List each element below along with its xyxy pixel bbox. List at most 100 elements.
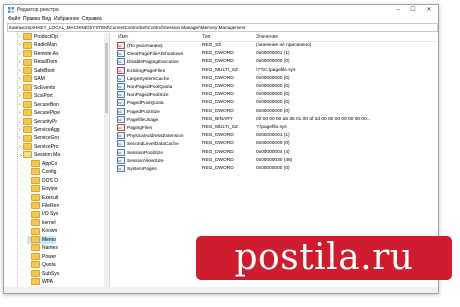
value-data: (значение не присвоено) <box>256 43 312 48</box>
value-data: \??\C:\pagefile.sys <box>256 67 296 73</box>
value-type: REG_BINARY <box>202 116 233 122</box>
tree-item[interactable]: › SecurePipe <box>19 109 60 117</box>
menu-view[interactable]: Вид <box>42 16 51 22</box>
table-row[interactable]: PagingFiles REG_MULTI_SZ ?:\pagefile.sys <box>114 124 436 132</box>
tree-item[interactable]: Known <box>27 227 57 235</box>
table-row[interactable]: DisablePagingExecutive REG_DWORD 0x0000000… <box>114 58 436 66</box>
folder-icon <box>23 92 32 100</box>
value-data: ?:\pagefile.sys <box>256 125 287 130</box>
tree-item[interactable]: SubSys <box>27 269 59 278</box>
minimize-button[interactable]: – <box>392 6 404 14</box>
table-row[interactable]: NonPagedPoolSize REG_DWORD 0x00000000 (0) <box>114 91 436 99</box>
binary-value-icon <box>117 99 125 107</box>
tree-item-label: Power <box>42 253 57 260</box>
tree-item[interactable]: WPA <box>27 278 53 286</box>
address-bar[interactable]: Компьютер\HKEY_LOCAL_MACHINE\SYSTEM\Curr… <box>7 23 438 32</box>
value-name: SessionViewSize <box>127 158 164 164</box>
folder-icon <box>23 100 32 108</box>
column-header-value[interactable]: Значение <box>256 34 278 40</box>
tree-item[interactable]: FileRen <box>27 202 59 210</box>
binary-value-icon <box>117 58 125 66</box>
menu-edit[interactable]: Правка <box>23 16 40 22</box>
column-header-type[interactable]: Тип <box>202 34 210 40</box>
tree-item[interactable]: › Remote As <box>19 50 58 58</box>
value-name: PagedPoolQuota <box>127 101 164 107</box>
value-type: REG_DWORD <box>202 108 234 114</box>
tree-item[interactable]: Names <box>27 244 58 252</box>
table-row[interactable]: SessionPoolSize REG_DWORD 0x00000004 (4) <box>114 148 436 157</box>
tree-item[interactable]: › ScEvents <box>19 83 55 92</box>
tree-item-label: SafeBoot <box>34 67 55 74</box>
table-row[interactable]: ClearPageFileAtShutdown REG_DWORD 0x000000… <box>114 50 436 58</box>
table-row[interactable]: PagedPoolSize REG_DWORD 0x00000000 (0) <box>114 107 436 116</box>
table-row[interactable]: (По умолчанию) REG_SZ (значение не присвое… <box>114 42 436 50</box>
tree-item[interactable]: ⌄ Session Ma <box>19 151 60 159</box>
value-type: REG_DWORD <box>202 149 234 155</box>
value-data: 0x00000004 (4) <box>256 149 290 155</box>
binary-value-icon <box>117 107 125 116</box>
tree-item-label: RetailDem <box>34 59 58 66</box>
tree-item[interactable]: › RadioMan <box>19 41 57 49</box>
tree-item[interactable]: › ScsiPort <box>19 92 53 100</box>
binary-value-icon <box>117 50 125 58</box>
tree-item[interactable]: › ProductOp <box>19 33 58 41</box>
menu-file[interactable]: Файл <box>8 16 20 22</box>
folder-icon <box>31 278 40 286</box>
tree-item[interactable]: Config <box>27 168 56 176</box>
folder-icon <box>23 58 32 66</box>
column-header-name[interactable]: Имя <box>118 34 128 40</box>
menu-bar: Файл Правка Вид Избранное Справка <box>4 15 438 23</box>
tree-item[interactable]: AppCo <box>27 159 58 168</box>
table-row[interactable]: PagedPoolQuota REG_DWORD 0x00000000 (0) <box>114 99 436 107</box>
table-row[interactable]: PagefileUsage REG_BINARY 02 00 00 00 a5 35… <box>114 115 436 124</box>
value-data: 0x00000000 (0) <box>256 100 290 106</box>
binary-value-icon <box>117 140 125 148</box>
table-row[interactable]: ExistingPageFiles REG_MULTI_SZ \??\C:\page… <box>114 66 436 75</box>
registry-tree: › ProductOp › RadioMan › Remote As › RetailDem ›… <box>7 33 110 287</box>
scroll-thumb[interactable] <box>105 43 108 113</box>
menu-help[interactable]: Справка <box>82 16 102 22</box>
tree-item-label: WPA <box>42 279 54 286</box>
tree-item[interactable]: › ServiceAgg <box>19 126 60 134</box>
tree-item-label: FileRen <box>42 203 60 209</box>
tree-item[interactable]: Executi <box>27 193 58 202</box>
close-button[interactable]: ✕ <box>423 6 435 14</box>
table-row[interactable]: LargeSystemCache REG_DWORD 0x00000000 (0) <box>114 74 436 83</box>
tree-item[interactable]: › SecurityPr <box>19 117 57 126</box>
value-type: REG_MULTI_SZ <box>202 67 238 73</box>
value-name: ClearPageFileAtShutdown <box>127 51 184 57</box>
window-title: Редактор реестра <box>17 7 59 13</box>
tree-item[interactable]: Quota <box>27 261 56 269</box>
menu-favorites[interactable]: Избранное <box>54 16 79 22</box>
tree-item[interactable]: Memo <box>27 235 56 244</box>
tree-item[interactable]: DOS D <box>27 176 58 185</box>
value-name: ExistingPageFiles <box>127 68 166 74</box>
table-row[interactable]: SecondLevelDataCache REG_DWORD 0x00000000 … <box>114 140 436 148</box>
tree-vertical-scrollbar[interactable] <box>104 33 109 287</box>
tree-item[interactable]: Power <box>27 252 57 261</box>
tree-item-label: Names <box>42 245 58 252</box>
tree-item[interactable]: › SAM <box>19 75 45 83</box>
table-row[interactable]: SessionViewSize REG_DWORD 0x00000030 (48) <box>114 156 436 165</box>
tree-item[interactable]: › SecureBoo <box>19 100 59 109</box>
value-name: SystemPages <box>127 166 157 172</box>
tree-item-label: I/O Sys <box>42 211 59 218</box>
table-row[interactable]: SystemPages REG_DWORD 0x00000000 (0) <box>114 165 436 173</box>
value-type: REG_DWORD <box>202 133 234 139</box>
folder-icon <box>31 168 40 176</box>
folder-icon <box>31 185 40 193</box>
tree-item[interactable]: I/O Sys <box>27 210 58 218</box>
maximize-button[interactable]: ☐ <box>407 6 419 14</box>
tree-item[interactable]: › RetailDem <box>19 58 57 66</box>
tree-item[interactable]: › ServicePro <box>19 143 58 151</box>
tree-item-label: AppCo <box>42 160 58 167</box>
table-row[interactable]: PhysicalAddressExtension REG_DWORD 0x00000… <box>114 132 436 140</box>
binary-value-icon <box>117 148 125 157</box>
value-data: 0x00000001 (1) <box>256 133 290 139</box>
tree-item[interactable]: › ServiceGro <box>19 134 59 142</box>
tree-item[interactable]: kernel <box>27 219 56 227</box>
table-row[interactable]: NonPagedPoolQuota REG_DWORD 0x00000000 (0) <box>114 83 436 91</box>
value-data: 0x00000000 (0) <box>256 92 290 98</box>
tree-item[interactable]: › SafeBoot <box>19 66 55 75</box>
tree-item[interactable]: Enviror <box>27 185 58 193</box>
